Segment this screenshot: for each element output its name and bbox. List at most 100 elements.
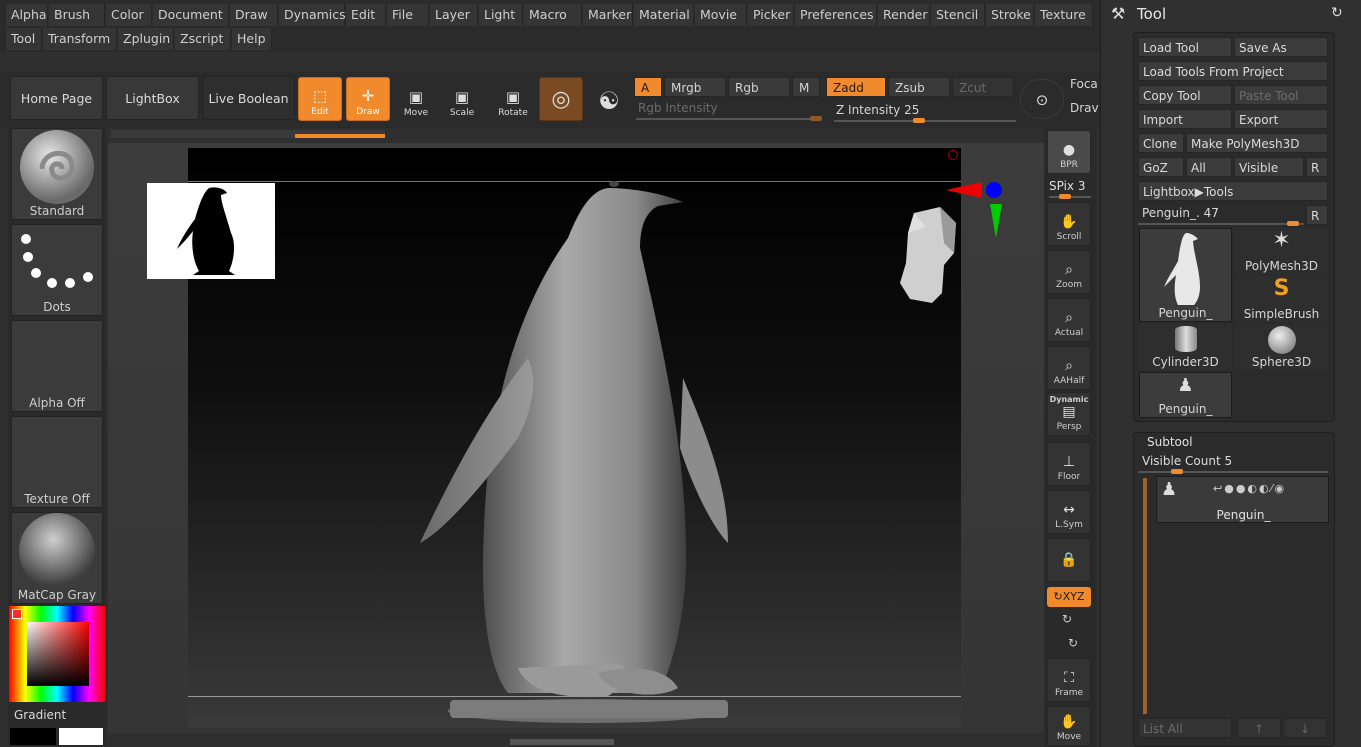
main-color-swatch[interactable] (59, 728, 103, 745)
menu-color[interactable]: Color (106, 4, 152, 26)
draw-mode-button[interactable]: ✛ Draw (346, 77, 390, 121)
menu-stroke[interactable]: Stroke (986, 4, 1034, 26)
menu-render[interactable]: Render (878, 4, 930, 26)
z-intensity-slider[interactable] (834, 120, 1016, 122)
menu-help[interactable]: Help (232, 28, 272, 50)
copy-tool-button[interactable]: Copy Tool (1138, 85, 1232, 105)
tool-simplebrush-thumbnail[interactable]: S SimpleBrush (1235, 276, 1328, 322)
goz-r-button[interactable]: R (1306, 157, 1328, 177)
brush-thumbnail[interactable]: Standard (11, 128, 103, 220)
subtool-up-arrow-icon[interactable]: ↑ (1237, 718, 1281, 738)
menu-marker[interactable]: Marker (583, 4, 633, 26)
frame-button[interactable]: ⛶ Frame (1047, 658, 1091, 702)
zadd-toggle[interactable]: Zadd (826, 77, 886, 97)
floor-button[interactable]: ⊥ Floor (1047, 442, 1091, 486)
menu-file[interactable]: File (387, 4, 429, 26)
menu-zplugin[interactable]: Zplugin (118, 28, 174, 50)
alpha-toggle[interactable]: A (634, 77, 662, 97)
axis-gizmo-icon[interactable] (944, 178, 1004, 244)
lightbox-button[interactable]: LightBox (106, 76, 199, 120)
current-color-swatch[interactable] (12, 609, 22, 619)
menu-alpha[interactable]: Alpha (6, 4, 48, 26)
menu-light[interactable]: Light (479, 4, 523, 26)
move-mode-button[interactable]: ▣ Move (394, 77, 438, 121)
lightbox-tools-button[interactable]: Lightbox▶Tools (1138, 181, 1328, 201)
rotate-mode-button[interactable]: ▣ Rotate (491, 77, 535, 121)
stroke-thumbnail[interactable]: Dots (11, 224, 103, 316)
zsub-toggle[interactable]: Zsub (888, 77, 950, 97)
load-tools-from-project-button[interactable]: Load Tools From Project (1138, 61, 1328, 81)
menu-stencil[interactable]: Stencil (931, 4, 985, 26)
sculpt-canvas[interactable] (147, 148, 1002, 728)
move-view-button[interactable]: ✋ Move (1047, 706, 1091, 746)
xyz-rotation-button[interactable]: ↻XYZ (1047, 587, 1091, 607)
tool-penguin-thumbnail[interactable]: Penguin_ (1139, 228, 1232, 322)
menu-document[interactable]: Document (153, 4, 229, 26)
clone-button[interactable]: Clone (1138, 133, 1184, 153)
goz-button[interactable]: GoZ (1138, 157, 1184, 177)
menu-texture[interactable]: Texture (1035, 4, 1093, 26)
scale-mode-button[interactable]: ▣ Scale (440, 77, 484, 121)
edit-mode-button[interactable]: ⬚ Edit (298, 77, 342, 121)
rgb-toggle[interactable]: Rgb (728, 77, 790, 97)
lazy-mouse-button[interactable]: ⊙ (1020, 79, 1064, 119)
menu-brush[interactable]: Brush (49, 4, 105, 26)
save-as-button[interactable]: Save As (1234, 37, 1328, 57)
tool-penguin-small-thumbnail[interactable]: ♟ Penguin_ (1139, 372, 1232, 418)
spotlight-button[interactable]: ☯ (587, 77, 631, 121)
color-picker-square[interactable] (27, 622, 89, 686)
actual-button[interactable]: ⌕ Actual (1047, 298, 1091, 342)
menu-material[interactable]: Material (634, 4, 694, 26)
subtool-scrollbar[interactable] (1143, 478, 1147, 714)
zoom-button[interactable]: ⌕ Zoom (1047, 250, 1091, 294)
menu-tool[interactable]: Tool (6, 28, 42, 50)
menu-dynamics[interactable]: Dynamics (279, 4, 346, 26)
menu-draw[interactable]: Draw (230, 4, 278, 26)
goz-all-button[interactable]: All (1186, 157, 1232, 177)
z-intensity-thumb[interactable] (913, 118, 925, 123)
visible-count-thumb[interactable] (1171, 469, 1183, 474)
menu-layer[interactable]: Layer (430, 4, 478, 26)
subtool-item-penguin[interactable]: ♟ ↩●●◐◐⁄◉ Penguin_ (1156, 476, 1329, 523)
menu-zscript[interactable]: Zscript (175, 28, 231, 50)
aahalf-button[interactable]: ⌕ AAHalf (1047, 346, 1091, 390)
perspective-button[interactable]: Dynamic ▤ Persp (1047, 392, 1091, 436)
rgb-intensity-slider[interactable] (636, 118, 821, 120)
alpha-thumbnail[interactable]: Alpha Off (11, 320, 103, 412)
menu-movie[interactable]: Movie (695, 4, 747, 26)
live-boolean-button[interactable]: Live Boolean (202, 76, 295, 120)
color-picker[interactable] (9, 606, 105, 702)
subtool-title[interactable]: Subtool (1147, 435, 1193, 449)
secondary-color-swatch[interactable] (10, 728, 56, 745)
y-rotation-icon[interactable]: ↻ (1062, 612, 1072, 626)
bottom-shelf-handle[interactable] (510, 739, 614, 745)
menu-edit[interactable]: Edit (346, 4, 386, 26)
export-button[interactable]: Export (1234, 109, 1328, 129)
tool-cylinder3d-thumbnail[interactable]: Cylinder3D (1139, 324, 1232, 370)
local-symmetry-button[interactable]: ↔ L.Sym (1047, 490, 1091, 534)
reference-image[interactable] (147, 183, 275, 279)
tool-polymesh3d-thumbnail[interactable]: ✶ PolyMesh3D (1235, 228, 1328, 274)
tool-r-button[interactable]: R (1306, 205, 1328, 225)
tool-selector-thumb[interactable] (1287, 221, 1299, 226)
menu-macro[interactable]: Macro (524, 4, 582, 26)
menu-picker[interactable]: Picker (748, 4, 794, 26)
home-page-button[interactable]: Home Page (10, 76, 103, 120)
visible-count-slider[interactable] (1138, 471, 1328, 473)
goz-visible-button[interactable]: Visible (1234, 157, 1304, 177)
material-thumbnail[interactable]: MatCap Gray (11, 512, 103, 604)
subtool-visibility-icons[interactable]: ↩●●◐◐⁄◉ (1213, 482, 1286, 495)
make-polymesh3d-button[interactable]: Make PolyMesh3D (1186, 133, 1328, 153)
import-button[interactable]: Import (1138, 109, 1232, 129)
palette-refresh-icon[interactable]: ↻ (1331, 5, 1343, 21)
z-rotation-icon[interactable]: ↻ (1068, 636, 1078, 650)
spix-thumb[interactable] (1059, 194, 1071, 199)
bpr-render-button[interactable]: ● BPR (1047, 130, 1091, 174)
zcut-toggle[interactable]: Zcut (952, 77, 1014, 97)
list-all-button[interactable]: List All (1138, 718, 1232, 738)
lock-button[interactable]: 🔒 (1047, 538, 1091, 582)
subtool-down-arrow-icon[interactable]: ↓ (1283, 718, 1327, 738)
m-toggle[interactable]: M (792, 77, 820, 97)
material-swatch-button[interactable]: ◎ (539, 77, 583, 121)
mrgb-toggle[interactable]: Mrgb (664, 77, 726, 97)
